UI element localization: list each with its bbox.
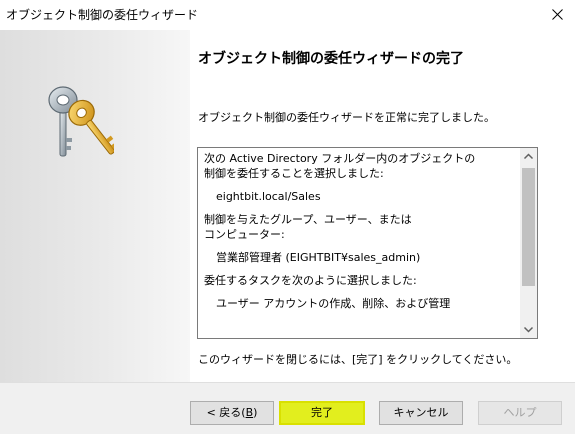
summary-line: eightbit.local/Sales bbox=[216, 190, 321, 203]
scroll-thumb[interactable] bbox=[522, 168, 535, 286]
chevron-down-icon bbox=[523, 326, 534, 333]
title-bar: オブジェクト制御の委任ウィザード bbox=[0, 0, 575, 30]
wizard-window: オブジェクト制御の委任ウィザード オブジェクト制御の委任ウィザードの完了 オブジ… bbox=[0, 0, 575, 434]
wizard-side-panel bbox=[0, 30, 190, 382]
summary-text: 次の Active Directory フォルダー内のオブジェクトの 制御を委任… bbox=[204, 151, 514, 311]
finish-button[interactable]: 完了 bbox=[279, 401, 365, 425]
summary-line: 制御を委任することを選択しました: bbox=[204, 167, 384, 180]
page-title: オブジェクト制御の委任ウィザードの完了 bbox=[198, 51, 464, 67]
close-icon bbox=[552, 9, 563, 20]
summary-line: 営業部管理者 (EIGHTBIT¥sales_admin) bbox=[216, 251, 421, 264]
button-bar: < 戻る(B) 完了 キャンセル ヘルプ bbox=[0, 382, 575, 434]
help-button[interactable]: ヘルプ bbox=[478, 401, 562, 425]
summary-line: ユーザー アカウントの作成、削除、および管理 bbox=[216, 297, 451, 310]
summary-line: 委任するタスクを次のように選択しました: bbox=[204, 274, 417, 287]
summary-line: 制御を与えたグループ、ユーザー、または bbox=[204, 213, 412, 226]
chevron-up-icon bbox=[523, 153, 534, 160]
keys-icon bbox=[48, 86, 114, 157]
summary-line: コンピューター: bbox=[204, 228, 285, 241]
scroll-up-button[interactable] bbox=[520, 148, 537, 165]
back-label-prefix: < 戻る( bbox=[206, 406, 246, 419]
vertical-scrollbar[interactable] bbox=[520, 148, 537, 338]
summary-line: 次の Active Directory フォルダー内のオブジェクトの bbox=[204, 152, 476, 165]
back-button[interactable]: < 戻る(B) bbox=[190, 401, 274, 425]
summary-textbox[interactable]: 次の Active Directory フォルダー内のオブジェクトの 制御を委任… bbox=[197, 147, 538, 339]
close-button[interactable] bbox=[539, 0, 575, 30]
wizard-content: オブジェクト制御の委任ウィザードの完了 オブジェクト制御の委任ウィザードを正常に… bbox=[190, 30, 575, 382]
scroll-down-button[interactable] bbox=[520, 321, 537, 338]
close-instruction: このウィザードを閉じるには、[完了] をクリックしてください。 bbox=[198, 353, 518, 366]
cancel-button[interactable]: キャンセル bbox=[379, 401, 463, 425]
back-label-suffix: ) bbox=[253, 406, 258, 419]
completion-message: オブジェクト制御の委任ウィザードを正常に完了しました。 bbox=[198, 111, 495, 124]
back-accelerator-key: B bbox=[245, 406, 254, 419]
window-title: オブジェクト制御の委任ウィザード bbox=[6, 8, 199, 22]
